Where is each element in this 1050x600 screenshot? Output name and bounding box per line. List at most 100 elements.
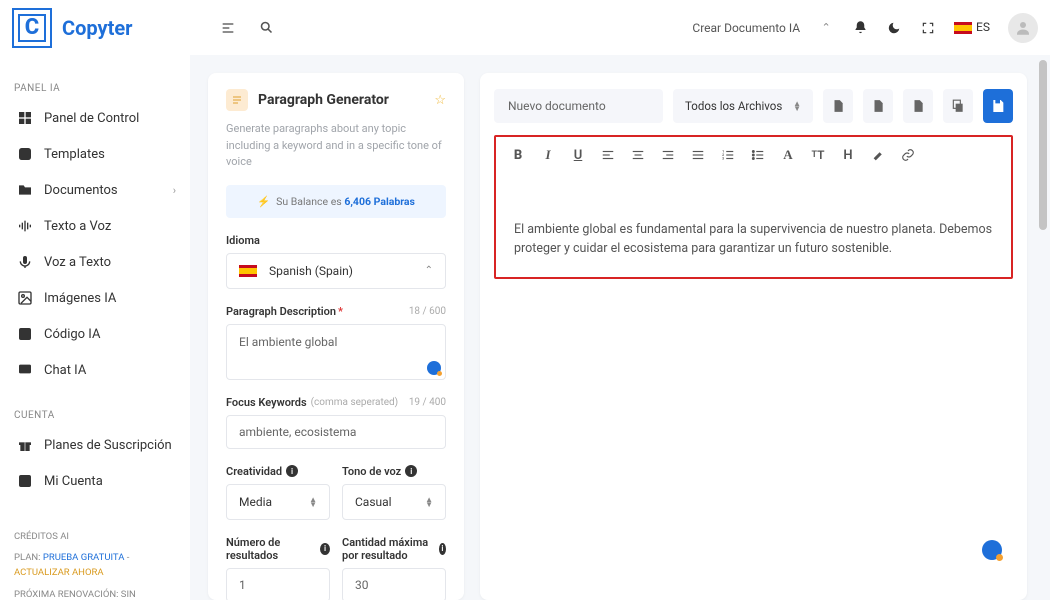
upgrade-link[interactable]: ACTUALIZAR AHORA <box>14 567 104 578</box>
keywords-input[interactable]: ambiente, ecosistema <box>226 415 446 449</box>
sidebar-item-images[interactable]: Imágenes IA <box>10 280 182 316</box>
editor-content[interactable]: El ambiente global es fundamental para l… <box>496 173 1011 277</box>
keywords-label: Focus Keywords (comma seperated)19 / 400 <box>226 396 446 409</box>
export-pdf-button[interactable] <box>863 89 893 123</box>
flag-es-icon <box>239 265 257 277</box>
info-icon[interactable]: i <box>286 465 298 477</box>
search-icon[interactable] <box>258 20 274 36</box>
sidebar-item-label: Templates <box>44 147 105 162</box>
language-value: Spanish (Spain) <box>269 264 353 278</box>
font-size-button[interactable]: TT <box>810 147 826 163</box>
document-panel: Nuevo documento Todos los Archivos▲▼ B I… <box>480 73 1027 600</box>
sidebar-item-label: Documentos <box>44 183 118 198</box>
editor-highlight: B I U 123 A TT H El ambiente global es f… <box>494 135 1013 279</box>
maxper-input[interactable]: 30 <box>342 568 446 600</box>
page-scrollbar[interactable] <box>1036 60 1050 600</box>
sidebar-item-label: Mi Cuenta <box>44 474 103 489</box>
ai-icon <box>16 145 34 163</box>
align-right-button[interactable] <box>660 147 676 163</box>
chevron-up-icon[interactable]: ⌃ <box>818 20 834 36</box>
sidebar-item-label: Texto a Voz <box>44 219 111 234</box>
mic-icon <box>16 253 34 271</box>
renewal-text: PRÓXIMA RENOVACIÓN: SIN RENOVACIÓN <box>14 587 178 600</box>
info-icon[interactable]: i <box>405 465 417 477</box>
svg-text:3: 3 <box>722 157 724 161</box>
sidebar-item-documents[interactable]: Documentos › <box>10 172 182 208</box>
creativity-select[interactable]: Media▲▼ <box>226 484 330 520</box>
export-txt-button[interactable] <box>903 89 933 123</box>
bolt-icon: ⚡ <box>257 195 270 208</box>
credits-box: CRÉDITOS AI PLAN: PRUEBA GRATUITA - ACTU… <box>10 523 182 600</box>
sidebar-item-chat[interactable]: Chat IA <box>10 352 182 388</box>
favorite-icon[interactable]: ☆ <box>434 93 446 108</box>
sidebar-item-label: Voz a Texto <box>44 255 111 270</box>
highlight-button[interactable] <box>870 147 886 163</box>
bold-button[interactable]: B <box>510 147 526 163</box>
language-select[interactable]: Spanish (Spain) ⌃ <box>226 253 446 289</box>
ordered-list-button[interactable]: 123 <box>720 147 736 163</box>
results-label: Número de resultadosi <box>226 536 330 562</box>
dashboard-icon <box>16 109 34 127</box>
tone-label: Tono de vozi <box>342 465 446 478</box>
image-icon <box>16 289 34 307</box>
language-switcher[interactable]: ES <box>954 20 990 35</box>
user-avatar[interactable] <box>1008 13 1038 43</box>
sidebar: PANEL IA Panel de Control Templates Docu… <box>0 55 190 600</box>
sidebar-item-label: Planes de Suscripción <box>44 438 172 453</box>
unordered-list-button[interactable] <box>750 147 766 163</box>
font-button[interactable]: A <box>780 147 796 163</box>
logo-icon: C <box>12 8 52 48</box>
lang-label: Idioma <box>226 234 446 247</box>
copy-button[interactable] <box>943 89 973 123</box>
generator-icon <box>226 89 248 111</box>
menu-toggle-icon[interactable] <box>220 20 236 36</box>
sidebar-item-label: Chat IA <box>44 363 86 378</box>
bell-icon[interactable] <box>852 20 868 36</box>
align-justify-button[interactable] <box>690 147 706 163</box>
logo[interactable]: C Copyter <box>12 8 190 48</box>
gift-icon <box>16 436 34 454</box>
description-input[interactable]: El ambiente global <box>226 324 446 380</box>
document-title-input[interactable]: Nuevo documento <box>494 89 663 123</box>
editor-toolbar: B I U 123 A TT H <box>496 137 1011 173</box>
info-icon[interactable]: i <box>439 543 446 555</box>
sidebar-item-code[interactable]: Código IA <box>10 316 182 352</box>
export-word-button[interactable] <box>823 89 853 123</box>
chat-icon <box>16 361 34 379</box>
save-button[interactable] <box>983 89 1013 123</box>
sidebar-item-templates[interactable]: Templates <box>10 136 182 172</box>
sidebar-item-label: Panel de Control <box>44 111 139 126</box>
fullscreen-icon[interactable] <box>920 20 936 36</box>
sidebar-item-tts[interactable]: Texto a Voz <box>10 208 182 244</box>
sort-icon: ▲▼ <box>309 497 317 507</box>
sidebar-item-stt[interactable]: Voz a Texto <box>10 244 182 280</box>
dark-mode-icon[interactable] <box>886 20 902 36</box>
align-center-button[interactable] <box>630 147 646 163</box>
heading-button[interactable]: H <box>840 147 856 163</box>
balance-banner: ⚡Su Balance es 6,406 Palabras <box>226 185 446 218</box>
sidebar-section-panel: PANEL IA <box>14 83 182 94</box>
info-icon[interactable]: i <box>320 543 330 555</box>
generator-title: Paragraph Generator <box>258 92 389 108</box>
underline-button[interactable]: U <box>570 147 586 163</box>
align-left-button[interactable] <box>600 147 616 163</box>
credits-title: CRÉDITOS AI <box>14 529 178 544</box>
tone-select[interactable]: Casual▲▼ <box>342 484 446 520</box>
chevron-right-icon: › <box>173 184 176 197</box>
italic-button[interactable]: I <box>540 147 556 163</box>
sidebar-item-plans[interactable]: Planes de Suscripción <box>10 427 182 463</box>
sidebar-section-account: CUENTA <box>14 410 182 421</box>
archive-select[interactable]: Todos los Archivos▲▼ <box>673 89 813 123</box>
results-input[interactable]: 1 <box>226 568 330 600</box>
code-icon <box>16 325 34 343</box>
sidebar-item-account[interactable]: Mi Cuenta <box>10 463 182 499</box>
brand-name: Copyter <box>62 16 132 40</box>
floating-assist-badge[interactable] <box>982 540 1002 560</box>
create-document-link[interactable]: Crear Documento IA <box>692 21 800 35</box>
sort-icon: ▲▼ <box>793 101 801 111</box>
sidebar-item-panel[interactable]: Panel de Control <box>10 100 182 136</box>
link-button[interactable] <box>900 147 916 163</box>
ai-assist-badge[interactable] <box>427 361 441 375</box>
maxper-label: Cantidad máxima por resultadoi <box>342 536 446 562</box>
plan-name[interactable]: PRUEBA GRATUITA <box>43 552 125 563</box>
